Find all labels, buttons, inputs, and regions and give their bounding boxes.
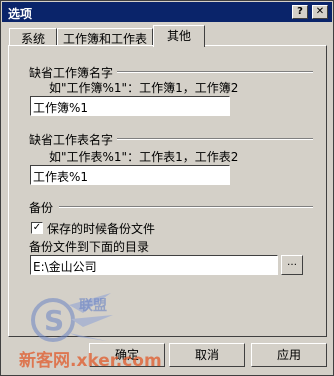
backup-checkbox-label[interactable]: 保存的时候备份文件 — [47, 220, 155, 237]
svg-text:S: S — [44, 304, 64, 337]
worksheet-name-input[interactable]: 工作表%1 — [30, 165, 230, 185]
close-button[interactable]: ✕ — [312, 5, 328, 19]
workbook-name-hint: 如"工作簿%1"：工作簿1，工作簿2 — [49, 81, 239, 95]
backup-checkbox[interactable]: ✓ — [31, 222, 43, 234]
worksheet-name-hint: 如"工作表%1"：工作表1，工作表2 — [49, 150, 239, 164]
apply-button[interactable]: 应用 — [251, 343, 327, 367]
options-dialog: 选项 ? ✕ 系统 工作簿和工作表 其他 缺省工作簿名字 如"工作簿%1"：工作… — [0, 0, 334, 376]
watermark-text: 新客网.xker.com — [19, 351, 162, 371]
worksheet-name-group-label: 缺省工作表名字 — [29, 133, 114, 147]
tab-system[interactable]: 系统 — [9, 28, 57, 46]
backup-dir-input[interactable]: E:\金山公司 — [30, 255, 278, 275]
watermark-cn: 联盟 — [79, 298, 107, 314]
divider — [117, 71, 313, 73]
backup-dir-label: 备份文件到下面的目录 — [29, 240, 150, 254]
tab-workbook-sheet[interactable]: 工作簿和工作表 — [57, 28, 153, 46]
title-bar: 选项 ? ✕ — [2, 2, 332, 22]
cancel-button[interactable]: 取消 — [169, 343, 245, 367]
divider — [59, 206, 313, 208]
divider — [117, 138, 313, 140]
browse-button[interactable]: … — [281, 255, 303, 275]
backup-group-label: 备份 — [29, 201, 54, 215]
window-title: 选项 — [8, 7, 33, 21]
help-button[interactable]: ? — [292, 5, 308, 19]
workbook-name-input[interactable]: 工作簿%1 — [30, 96, 230, 116]
tab-other[interactable]: 其他 — [153, 25, 205, 47]
